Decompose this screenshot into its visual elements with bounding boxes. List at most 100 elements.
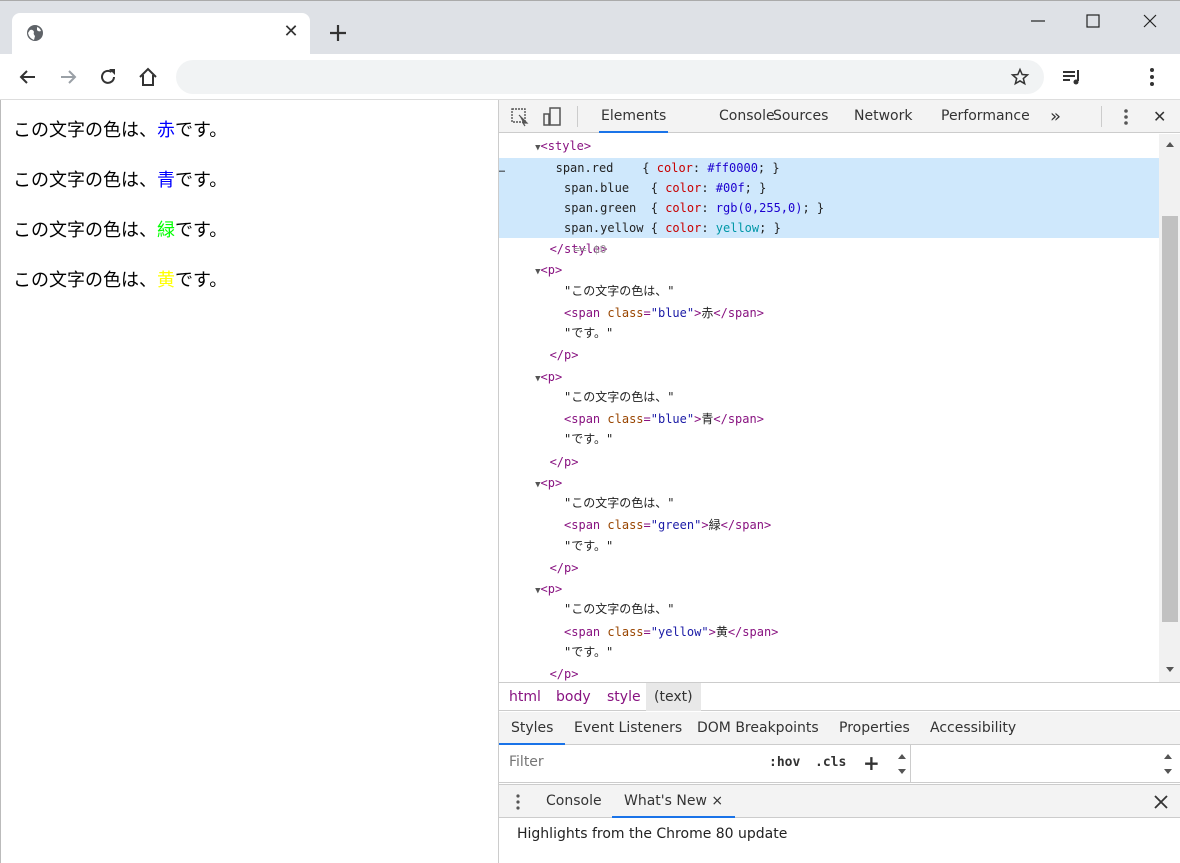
paragraph-text: です。	[175, 270, 228, 291]
drawer-header: Console What's New ×	[499, 784, 1180, 818]
dom-text-node[interactable]: "この文字の色は、"	[499, 387, 1159, 407]
hov-button[interactable]: :hov	[769, 751, 800, 775]
css-colon: :	[692, 161, 708, 175]
css-property: color	[665, 201, 702, 215]
whats-new-headline: Highlights from the Chrome 80 update	[517, 826, 788, 842]
dom-node-span[interactable]: <span class="green">緑</span>	[499, 515, 1159, 535]
kebab-menu-icon[interactable]	[1115, 106, 1137, 128]
dom-text: "です。"	[564, 645, 614, 659]
spin-icon[interactable]	[897, 751, 907, 777]
scroll-up-icon[interactable]	[1165, 140, 1175, 148]
whats-new-panel: Highlights from the Chrome 80 update	[499, 818, 1180, 863]
paragraph-text: です。	[175, 220, 228, 241]
dom-node-span[interactable]: <span class="yellow">黄</span>	[499, 622, 1159, 642]
maximize-icon[interactable]	[1078, 7, 1108, 35]
tab-console[interactable]: Console	[717, 100, 777, 133]
css-end: ; }	[757, 161, 780, 175]
tab-elements[interactable]: Elements	[599, 100, 669, 133]
tab-sources[interactable]: Sources	[771, 100, 830, 133]
colored-word: 赤	[157, 120, 175, 141]
dom-node-p[interactable]: ▼<p>	[499, 579, 1159, 599]
dom-style-rule[interactable]: … span.red { color: #ff0000; }	[499, 158, 1159, 178]
address-input[interactable]	[176, 60, 996, 94]
dom-node-p-close[interactable]: </p>	[499, 664, 1159, 682]
dom-text-node[interactable]: "です。"	[499, 642, 1159, 662]
styles-filter-bar: :hov .cls +	[499, 745, 1180, 783]
dom-style-rule[interactable]: span.blue { color: #00f; }	[499, 178, 1159, 198]
css-property: color	[665, 181, 702, 195]
back-icon[interactable]	[16, 65, 40, 89]
dom-text-node[interactable]: "です。"	[499, 429, 1159, 449]
device-toggle-icon[interactable]	[541, 106, 563, 128]
css-selector: span.green {	[564, 201, 666, 215]
dom-node-p[interactable]: ▼<p>	[499, 260, 1159, 280]
drawer-tab-console[interactable]: Console	[534, 785, 614, 818]
dom-node-p-close[interactable]: </p>	[499, 345, 1159, 365]
scroll-down-icon[interactable]	[1165, 666, 1175, 674]
dom-node-p[interactable]: ▼<p>	[499, 367, 1159, 387]
address-bar[interactable]	[176, 60, 1044, 94]
tab-properties[interactable]: Properties	[827, 712, 922, 745]
drawer-tab-whats-new[interactable]: What's New ×	[612, 785, 736, 818]
dom-node-span[interactable]: <span class="blue">青</span>	[499, 409, 1159, 429]
toolbar-separator	[577, 106, 578, 127]
tab-close-icon[interactable]: ✕	[282, 23, 300, 41]
tab-event-listeners[interactable]: Event Listeners	[562, 712, 694, 745]
dom-text-node[interactable]: "この文字の色は、"	[499, 599, 1159, 619]
dom-node-style[interactable]: ▼<style>	[499, 136, 1159, 156]
paragraph-red: この文字の色は、赤です。	[13, 122, 486, 160]
dom-style-rule[interactable]: span.yellow { color: yellow; }	[499, 218, 1159, 238]
close-icon[interactable]: ×	[711, 793, 723, 809]
dom-style-rule[interactable]: span.green { color: rgb(0,255,0); }	[499, 198, 1159, 218]
dom-text-node[interactable]: "です。"	[499, 536, 1159, 556]
forward-icon[interactable]	[56, 65, 80, 89]
dom-node-p-close[interactable]: </p>	[499, 558, 1159, 578]
styles-filter-input[interactable]	[501, 749, 755, 775]
dom-tag: <p>	[540, 370, 563, 384]
reload-icon[interactable]	[96, 65, 120, 89]
dom-tag: <p>	[540, 582, 563, 596]
dom-attr-value: blue	[657, 306, 687, 320]
more-tabs-icon[interactable]: »	[1048, 100, 1063, 133]
devtools-toolbar: Elements Console Sources Network Perform…	[499, 100, 1180, 133]
dom-node-span[interactable]: <span class="blue">赤</span>	[499, 303, 1159, 323]
dom-text: "この文字の色は、"	[564, 496, 675, 510]
home-icon[interactable]	[136, 65, 160, 89]
devtools-close-icon[interactable]: ✕	[1151, 100, 1168, 133]
drawer-close-icon[interactable]	[1153, 794, 1169, 810]
menu-icon[interactable]	[1140, 65, 1164, 89]
breadcrumb-body[interactable]: body	[548, 683, 599, 711]
dom-node-p-close[interactable]: </p>	[499, 452, 1159, 472]
dom-text: "この文字の色は、"	[564, 284, 675, 298]
new-style-rule-button[interactable]: +	[863, 751, 880, 775]
minimize-icon[interactable]	[1023, 7, 1053, 35]
drawer-tab-label: What's New	[624, 793, 707, 809]
drawer-menu-icon[interactable]	[513, 793, 523, 811]
dom-text-node[interactable]: "この文字の色は、"	[499, 281, 1159, 301]
tab-styles[interactable]: Styles	[499, 712, 566, 745]
dom-text-node[interactable]: "この文字の色は、"	[499, 493, 1159, 513]
dom-text-node[interactable]: "です。"	[499, 323, 1159, 343]
plus-icon[interactable]	[326, 21, 350, 45]
dom-node-style-close[interactable]: </style>== $0	[499, 239, 1159, 259]
css-selector: span.red {	[555, 161, 657, 175]
dom-node-p[interactable]: ▼<p>	[499, 473, 1159, 493]
media-icon[interactable]	[1060, 65, 1084, 89]
browser-tab[interactable]: ✕	[12, 13, 310, 55]
inspect-element-icon[interactable]	[509, 106, 531, 128]
css-colon: :	[701, 181, 716, 195]
tab-performance[interactable]: Performance	[939, 100, 1032, 133]
css-property: color	[665, 221, 702, 235]
dom-scrollbar[interactable]	[1159, 134, 1180, 682]
pane-scroll-icon[interactable]	[1163, 751, 1173, 777]
breadcrumb-html[interactable]: html	[501, 683, 549, 711]
tab-network[interactable]: Network	[852, 100, 914, 133]
tab-dom-breakpoints[interactable]: DOM Breakpoints	[685, 712, 831, 745]
cls-button[interactable]: .cls	[815, 751, 846, 775]
breadcrumb-text[interactable]: (text)	[646, 683, 701, 711]
star-icon[interactable]	[1010, 67, 1030, 87]
scroll-thumb[interactable]	[1162, 216, 1178, 622]
tab-accessibility[interactable]: Accessibility	[918, 712, 1028, 745]
breadcrumb-style[interactable]: style	[599, 683, 649, 711]
close-icon[interactable]	[1135, 7, 1165, 35]
